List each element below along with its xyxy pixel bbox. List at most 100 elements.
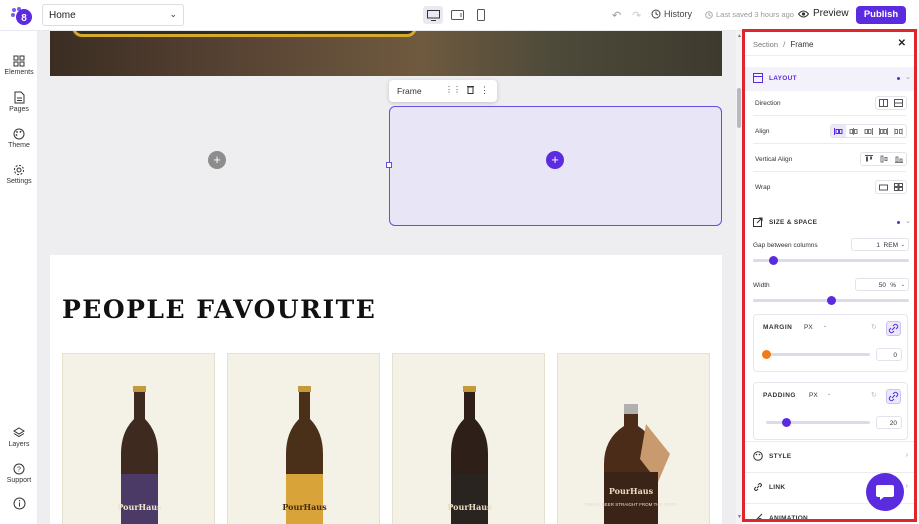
canvas-scroll-thumb[interactable] <box>737 88 741 128</box>
sidebar-item-support[interactable]: ? Support <box>0 463 38 484</box>
sidebar-item-label: Settings <box>6 178 32 185</box>
margin-card: MARGIN PX ⌄ ↻ 0 <box>753 314 908 372</box>
margin-input[interactable]: 0 <box>876 348 902 361</box>
sidebar-item-layers[interactable]: Layers <box>0 427 38 448</box>
direction-column-button[interactable] <box>891 97 906 109</box>
breadcrumb-current: Frame <box>790 40 814 49</box>
desktop-view-button[interactable] <box>423 6 443 24</box>
product-card[interactable]: PourHaus <box>62 353 215 524</box>
align-end-button[interactable] <box>861 125 876 137</box>
frame-selected[interactable]: + <box>389 106 722 226</box>
hero-image <box>50 31 722 76</box>
add-element-icon[interactable]: + <box>208 151 226 169</box>
frame-toolbar: Frame ⋮⋮ ⋮ <box>389 80 497 102</box>
hero-decoration <box>72 31 417 37</box>
gap-unit[interactable]: REM <box>884 242 898 249</box>
direction-row-button[interactable] <box>876 97 891 109</box>
frame-toolbar-label: Frame <box>397 86 422 96</box>
chevron-down-icon: ⌄ <box>827 391 832 397</box>
gap-value: 1 <box>876 242 880 249</box>
eye-icon <box>798 10 809 17</box>
chat-widget-button[interactable] <box>866 473 904 511</box>
margin-slider-track[interactable] <box>766 353 870 356</box>
style-section-header[interactable]: STYLE › <box>745 441 914 471</box>
grid-icon <box>13 55 25 67</box>
product-card[interactable]: PourHaus <box>392 353 545 524</box>
preview-button[interactable]: Preview <box>798 8 849 19</box>
align-center-button[interactable] <box>846 125 861 137</box>
sidebar-item-pages[interactable]: Pages <box>0 91 38 113</box>
width-slider-thumb[interactable] <box>826 296 836 305</box>
width-value: 50 <box>878 282 886 289</box>
bottle-label: PourHaus <box>447 502 492 512</box>
mobile-view-button[interactable] <box>471 6 491 24</box>
bottle-label: PourHaus <box>609 486 654 496</box>
valign-top-button[interactable] <box>861 153 876 165</box>
gap-input[interactable]: 1 REM ⌄ <box>851 238 909 251</box>
sidebar-item-theme[interactable]: Theme <box>0 128 38 149</box>
wrap-button[interactable] <box>891 181 906 193</box>
app-logo-icon[interactable]: 8 <box>10 6 34 26</box>
more-options-icon[interactable]: ⋮ <box>480 85 489 96</box>
rows-icon <box>894 99 903 107</box>
layout-section-header[interactable]: LAYOUT ⌄ <box>745 67 914 91</box>
valign-center-button[interactable] <box>876 153 891 165</box>
sidebar-item-label: Theme <box>8 142 30 149</box>
page-selector-label: Home <box>49 10 76 21</box>
breadcrumb-section[interactable]: Section <box>753 40 778 49</box>
sidebar-item-settings[interactable]: Settings <box>0 164 38 185</box>
modified-indicator <box>897 77 900 80</box>
page-icon <box>14 91 24 104</box>
margin-unit[interactable]: PX <box>804 324 813 331</box>
product-card[interactable]: PourHaus FRESH BEER STRAIGHT FROM THE PO… <box>557 353 710 524</box>
space-between-icon <box>879 127 888 135</box>
valign-bottom-button[interactable] <box>891 153 906 165</box>
columns-icon <box>879 99 888 107</box>
redo-icon[interactable]: ↷ <box>632 9 641 22</box>
frame-empty-left[interactable]: + <box>50 106 389 226</box>
history-icon <box>651 9 661 19</box>
chevron-down-icon: ⌄ <box>900 242 905 248</box>
beer-bottle-image: PourHaus <box>447 386 492 524</box>
align-around-button[interactable] <box>891 125 906 137</box>
size-space-section-header[interactable]: SIZE & SPACE ⌄ <box>745 211 914 235</box>
save-status-label: Last saved 3 hours ago <box>716 10 794 19</box>
divider <box>753 143 906 144</box>
history-button[interactable]: History <box>651 9 692 19</box>
resize-icon <box>753 217 763 227</box>
width-input[interactable]: 50 % ⌄ <box>855 278 909 291</box>
padding-slider-thumb[interactable] <box>782 418 792 427</box>
valign-bottom-icon <box>894 156 903 163</box>
drag-handle-icon[interactable]: ⋮⋮ <box>445 85 461 96</box>
margin-slider-thumb[interactable] <box>761 350 771 359</box>
breadcrumb: Section / Frame <box>753 40 813 49</box>
link-values-button[interactable] <box>886 321 901 336</box>
no-wrap-icon <box>879 184 888 190</box>
sidebar-item-elements[interactable]: Elements <box>0 55 38 76</box>
info-button[interactable] <box>0 497 38 512</box>
no-wrap-button[interactable] <box>876 181 891 193</box>
add-element-icon[interactable]: + <box>546 151 564 169</box>
reset-icon[interactable]: ↻ <box>871 391 877 399</box>
chevron-down-icon: ⌄ <box>905 218 911 225</box>
publish-button[interactable]: Publish <box>856 6 906 24</box>
reset-icon[interactable]: ↻ <box>871 323 877 331</box>
resize-handle[interactable] <box>386 162 392 168</box>
undo-icon[interactable]: ↶ <box>612 9 621 22</box>
width-unit[interactable]: % <box>890 282 896 289</box>
chevron-right-icon: › <box>905 452 908 459</box>
mobile-icon <box>477 9 485 21</box>
close-icon[interactable]: ✕ <box>898 38 906 49</box>
trash-icon[interactable] <box>467 85 474 94</box>
padding-input[interactable]: 20 <box>876 416 902 429</box>
tablet-view-button[interactable] <box>447 6 467 24</box>
page-selector[interactable]: Home ⌄ <box>42 4 184 26</box>
product-card[interactable]: PourHaus <box>227 353 380 524</box>
align-start-button[interactable] <box>831 125 846 137</box>
chevron-down-icon: ⌄ <box>169 9 177 19</box>
gap-slider-thumb[interactable] <box>768 256 778 265</box>
link-values-button[interactable] <box>886 389 901 404</box>
align-between-button[interactable] <box>876 125 891 137</box>
padding-unit[interactable]: PX <box>809 392 818 399</box>
palette-icon <box>753 451 763 461</box>
